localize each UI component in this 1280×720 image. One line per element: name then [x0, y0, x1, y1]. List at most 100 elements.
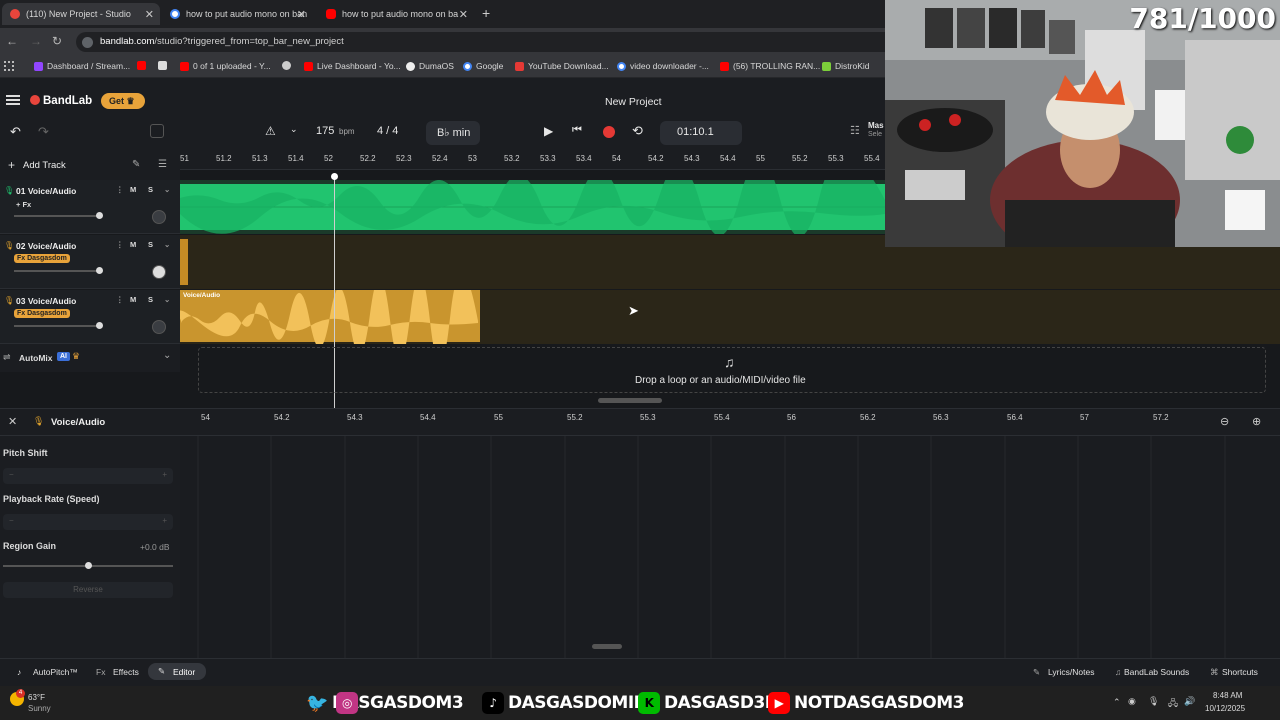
solo-button[interactable]: S — [148, 295, 153, 304]
horizontal-scrollbar[interactable] — [598, 398, 662, 403]
track-options-icon[interactable]: ⋮ — [116, 240, 124, 249]
track-header-01[interactable]: 🎙 01 Voice/Audio ⋮ M S ⌄ + Fx — [0, 180, 180, 234]
tempo-value[interactable]: 175 — [316, 125, 334, 137]
record-button[interactable] — [603, 126, 615, 138]
fx-button[interactable]: + Fx — [16, 200, 31, 209]
browser-tab-search-1[interactable]: how to put audio mono on ban ✕ — [162, 3, 312, 25]
add-track-button[interactable]: Add Track — [23, 160, 66, 171]
quantize-icon[interactable] — [150, 124, 164, 138]
edit-tools-icon[interactable]: ✎ — [132, 159, 140, 170]
bookmark-uploaded[interactable]: 0 of 1 uploaded - Y... — [180, 61, 271, 71]
track-name[interactable]: Voice/Audio — [28, 296, 77, 306]
go-to-start-button[interactable]: ⏮ — [572, 124, 582, 137]
pan-knob[interactable] — [152, 320, 166, 334]
track-view-icon[interactable]: ☰ — [158, 159, 167, 170]
track-name[interactable]: Voice/Audio — [28, 241, 77, 251]
microphone-tray-icon[interactable]: 🎙 — [1148, 696, 1159, 707]
back-icon[interactable]: ← — [6, 34, 18, 48]
slider-knob[interactable] — [85, 562, 92, 569]
metronome-icon[interactable]: ⚠ — [265, 124, 276, 138]
loop-icon[interactable]: ⟲ — [632, 123, 643, 139]
clock-time[interactable]: 8:48 AM — [1213, 691, 1242, 700]
redo-icon[interactable]: ↷ — [38, 124, 49, 140]
editor-grid[interactable] — [180, 436, 1280, 658]
lyrics-notes-button[interactable]: Lyrics/Notes — [1048, 667, 1094, 677]
bookmark-youtube-red[interactable] — [137, 61, 150, 70]
menu-icon[interactable] — [6, 95, 20, 105]
shortcuts-button[interactable]: Shortcuts — [1222, 667, 1258, 677]
fx-preset-badge[interactable]: Fx Dasgasdom — [14, 254, 70, 263]
undo-icon[interactable]: ↶ — [10, 124, 21, 140]
get-button[interactable]: Get ♛ — [101, 93, 145, 109]
track-options-icon[interactable]: ⋮ — [116, 295, 124, 304]
url-field[interactable]: bandlab.com/studio?triggered_from=top_ba… — [76, 32, 896, 52]
browser-tab-studio[interactable]: (110) New Project - Studio ✕ — [2, 3, 160, 25]
key-button[interactable]: B♭ min — [426, 121, 480, 145]
bookmark-dashboard[interactable]: Dashboard / Stream... — [34, 61, 130, 71]
drop-zone[interactable]: ♫ Drop a loop or an audio/MIDI/video fil… — [198, 347, 1266, 393]
new-tab-button[interactable]: + — [482, 5, 490, 21]
region-waveform-03[interactable] — [180, 290, 480, 344]
time-signature[interactable]: 4 / 4 — [377, 125, 398, 137]
mute-button[interactable]: M — [130, 240, 136, 249]
slider-knob[interactable] — [96, 322, 103, 329]
close-tab-icon[interactable]: ✕ — [459, 8, 468, 21]
chevron-down-icon[interactable]: ⌄ — [290, 124, 298, 135]
chevron-down-icon[interactable]: ⌄ — [164, 240, 170, 249]
master-label[interactable]: Mas — [868, 121, 884, 130]
play-button[interactable]: ▶ — [544, 124, 553, 138]
track-lane-03[interactable]: Voice/Audio — [180, 290, 1280, 344]
slider-knob[interactable] — [96, 212, 103, 219]
forward-icon[interactable]: → — [30, 34, 42, 48]
bookmark-live-dashboard[interactable]: Live Dashboard - Yo... — [304, 61, 401, 71]
slider-knob[interactable] — [96, 267, 103, 274]
editor-scrollbar[interactable] — [592, 644, 622, 649]
automix-row[interactable]: ⇌ AutoMix AI ♛ ⌄ — [0, 344, 180, 372]
bookmark-video-downloader[interactable]: video downloader -... — [617, 61, 709, 71]
network-icon[interactable]: 🖧 — [1168, 696, 1178, 712]
close-editor-icon[interactable]: ✕ — [8, 415, 17, 428]
site-info-icon[interactable] — [82, 37, 93, 48]
chevron-down-icon[interactable]: ⌄ — [163, 350, 171, 361]
mute-button[interactable]: M — [130, 295, 136, 304]
solo-button[interactable]: S — [148, 185, 153, 194]
autopitch-button[interactable]: AutoPitch™ — [33, 667, 78, 677]
weather-temp[interactable]: 63°F — [28, 693, 45, 702]
bookmark-distrokid[interactable]: DistroKid — [822, 61, 869, 71]
region-edge-02[interactable] — [180, 239, 188, 285]
region-gain-slider[interactable] — [3, 562, 173, 569]
apps-grid-icon[interactable] — [4, 61, 14, 71]
zoom-in-icon[interactable]: ⊕ — [1252, 415, 1261, 428]
project-title[interactable]: New Project — [605, 96, 662, 108]
volume-icon[interactable]: 🔊 — [1184, 696, 1195, 707]
tray-app-icon[interactable]: ◉ — [1128, 696, 1136, 707]
track-header-02[interactable]: 🎙 02 Voice/Audio ⋮ M S ⌄ Fx Dasgasdom — [0, 235, 180, 289]
track-header-03[interactable]: 🎙 03 Voice/Audio ⋮ M S ⌄ Fx Dasgasdom — [0, 290, 180, 344]
track-name[interactable]: Voice/Audio — [28, 186, 77, 196]
pan-knob[interactable] — [152, 210, 166, 224]
fx-preset-badge[interactable]: Fx Dasgasdom — [14, 309, 70, 318]
tray-chevron-icon[interactable]: ⌃ — [1113, 697, 1121, 708]
track-options-icon[interactable]: ⋮ — [116, 185, 124, 194]
close-tab-icon[interactable]: ✕ — [297, 8, 306, 21]
reload-icon[interactable]: ↻ — [52, 34, 62, 48]
bookmark-google[interactable]: Google — [463, 61, 503, 71]
bookmark-globe[interactable] — [282, 61, 295, 70]
chevron-down-icon[interactable]: ⌄ — [164, 185, 170, 194]
mixer-icon[interactable]: ☷ — [850, 124, 860, 137]
zoom-out-icon[interactable]: ⊖ — [1220, 415, 1229, 428]
solo-button[interactable]: S — [148, 240, 153, 249]
bookmark-dumaos[interactable]: DumaOS — [406, 61, 454, 71]
bandlab-sounds-button[interactable]: BandLab Sounds — [1124, 667, 1189, 677]
browser-tab-youtube[interactable]: how to put audio mono on ba ✕ — [318, 3, 474, 25]
region-waveform-01[interactable] — [180, 180, 885, 234]
bookmark-yt-download[interactable]: YouTube Download... — [515, 61, 609, 71]
editor-button[interactable]: ✎ Editor — [148, 663, 206, 680]
volume-slider[interactable] — [14, 322, 103, 329]
pan-knob[interactable] — [152, 265, 166, 279]
chevron-down-icon[interactable]: ⌄ — [164, 295, 170, 304]
effects-button[interactable]: Effects — [113, 667, 139, 677]
mute-button[interactable]: M — [130, 185, 136, 194]
plus-icon[interactable]: + — [8, 158, 15, 172]
volume-slider[interactable] — [14, 267, 103, 274]
